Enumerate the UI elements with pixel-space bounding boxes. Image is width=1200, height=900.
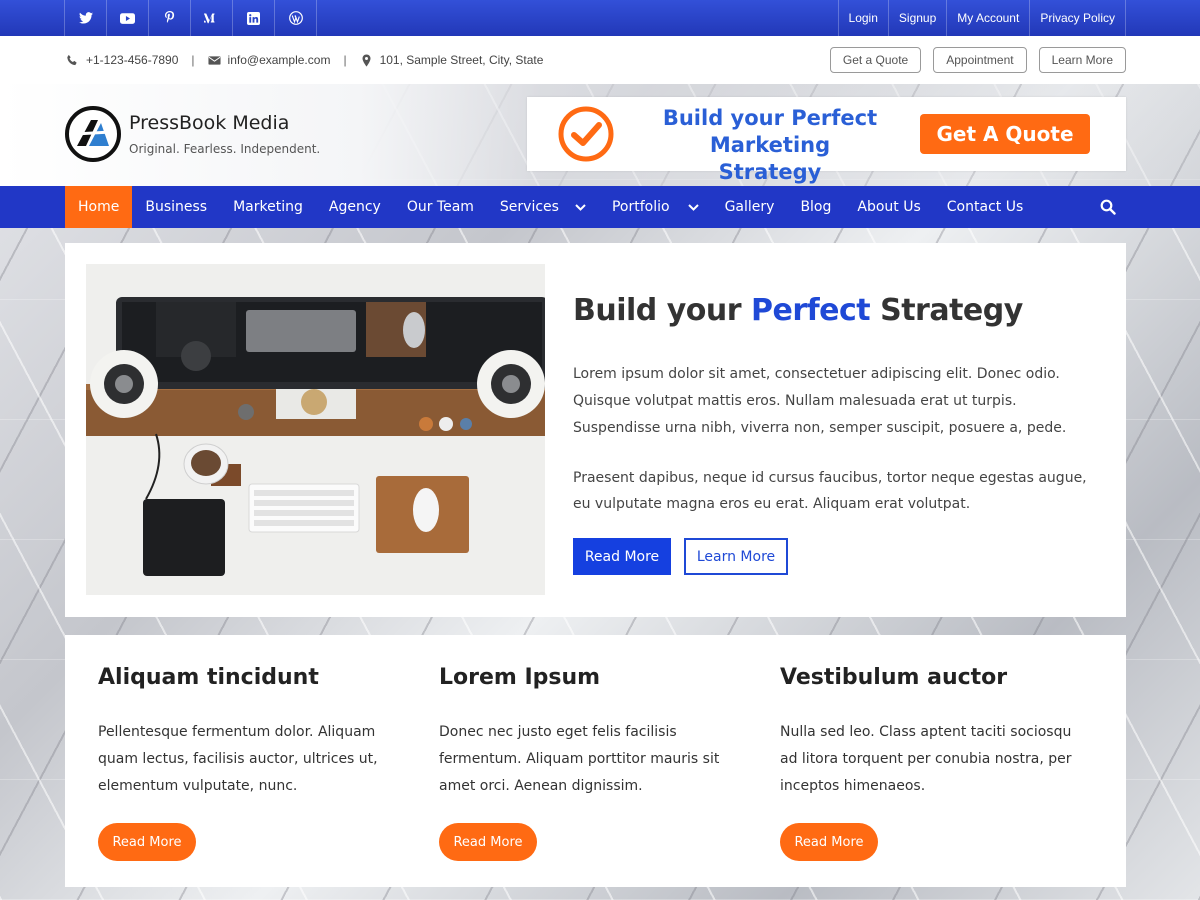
contact-bar: +1-123-456-7890 | info@example.com | 101… — [0, 36, 1200, 84]
banner-headline: Build your Perfect Marketing Strategy — [655, 105, 885, 186]
phone-info: +1-123-456-7890 — [66, 53, 178, 67]
site-tagline: Original. Fearless. Independent. — [129, 142, 321, 156]
hero-title-highlight: Perfect — [750, 293, 871, 328]
site-header: PressBook Media Original. Fearless. Inde… — [0, 84, 1200, 186]
nav-item-our-team[interactable]: Our Team — [394, 186, 487, 228]
feature-read-more-button[interactable]: Read More — [439, 823, 537, 861]
linkedin-icon[interactable] — [233, 0, 275, 36]
nav-item-agency[interactable]: Agency — [316, 186, 394, 228]
wordpress-icon[interactable] — [275, 0, 317, 36]
nav-item-home[interactable]: Home — [65, 186, 133, 228]
learn-more-button[interactable]: Learn More — [684, 538, 788, 575]
separator: | — [343, 53, 347, 67]
nav-item-about-us[interactable]: About Us — [844, 186, 933, 228]
feature-title: Vestibulum auctor — [780, 665, 1008, 690]
my-account-link[interactable]: My Account — [947, 0, 1031, 36]
email-info: info@example.com — [208, 53, 331, 67]
feature-title: Aliquam tincidunt — [98, 665, 319, 690]
social-links — [64, 0, 317, 36]
nav-item-marketing[interactable]: Marketing — [220, 186, 316, 228]
logo-icon[interactable] — [65, 106, 121, 162]
nav-item-label: Portfolio — [611, 199, 670, 215]
login-link[interactable]: Login — [839, 0, 889, 36]
header-banner-ad[interactable]: Build your Perfect Marketing Strategy Ge… — [527, 97, 1126, 184]
envelope-icon — [208, 55, 221, 65]
nav-item-gallery[interactable]: Gallery — [712, 186, 788, 228]
nav-menu: Home Business Marketing Agency Our Team … — [65, 186, 1036, 228]
hero-title-before: Build your — [573, 293, 751, 328]
hero-heading: Build your Perfect Strategy — [573, 293, 1023, 328]
search-icon[interactable] — [1100, 199, 1116, 215]
feature-read-more-button[interactable]: Read More — [98, 823, 196, 861]
hero-image-desk — [86, 264, 545, 595]
banner-line-1: Build your Perfect — [662, 106, 878, 130]
phone-number[interactable]: +1-123-456-7890 — [86, 53, 178, 67]
read-more-button[interactable]: Read More — [573, 538, 671, 575]
appointment-button[interactable]: Appointment — [933, 47, 1027, 73]
separator: | — [191, 53, 195, 67]
nav-item-label: Services — [499, 199, 559, 215]
email-address[interactable]: info@example.com — [228, 53, 331, 67]
nav-item-contact-us[interactable]: Contact Us — [934, 186, 1036, 228]
nav-item-business[interactable]: Business — [132, 186, 220, 228]
features-section: Aliquam tincidunt Pellentesque fermentum… — [65, 635, 1126, 887]
chevron-down-icon[interactable] — [575, 203, 586, 211]
top-bar: Login Signup My Account Privacy Policy — [0, 0, 1200, 36]
main-navigation: Home Business Marketing Agency Our Team … — [0, 186, 1200, 228]
medium-icon[interactable] — [191, 0, 233, 36]
hero-section: Build your Perfect Strategy Lorem ipsum … — [65, 243, 1126, 617]
hero-title-after: Strategy — [870, 293, 1023, 328]
address-text: 101, Sample Street, City, State — [379, 53, 544, 67]
feature-read-more-button[interactable]: Read More — [780, 823, 878, 861]
nav-item-blog[interactable]: Blog — [787, 186, 844, 228]
banner-get-quote-button[interactable]: Get A Quote — [920, 114, 1090, 154]
banner-line-2: Marketing Strategy — [709, 133, 831, 184]
feature-text: Pellentesque fermentum dolor. Aliquam qu… — [98, 724, 378, 794]
feature-text: Nulla sed leo. Class aptent taciti socio… — [780, 724, 1072, 794]
hero-paragraph-2: Praesent dapibus, neque id cursus faucib… — [573, 470, 1087, 512]
signup-link[interactable]: Signup — [889, 0, 948, 36]
address-info: 101, Sample Street, City, State — [360, 53, 544, 67]
pinterest-icon[interactable] — [149, 0, 191, 36]
location-pin-icon — [362, 53, 371, 67]
nav-item-portfolio[interactable]: Portfolio — [599, 186, 712, 228]
nav-item-services[interactable]: Services — [487, 186, 599, 228]
learn-more-button[interactable]: Learn More — [1038, 47, 1126, 73]
hero-paragraph-1: Lorem ipsum dolor sit amet, consectetuer… — [573, 366, 1067, 436]
contact-info: +1-123-456-7890 | info@example.com | 101… — [66, 36, 543, 84]
top-links: Login Signup My Account Privacy Policy — [837, 0, 1126, 36]
chevron-down-icon[interactable] — [687, 203, 699, 211]
phone-icon — [67, 54, 77, 65]
get-a-quote-button[interactable]: Get a Quote — [829, 47, 922, 73]
youtube-icon[interactable] — [107, 0, 149, 36]
contact-buttons: Get a Quote Appointment Learn More — [829, 47, 1126, 73]
feature-title: Lorem Ipsum — [439, 665, 601, 690]
checkmark-circle-icon — [558, 106, 614, 162]
twitter-icon[interactable] — [65, 0, 107, 36]
site-title[interactable]: PressBook Media — [129, 112, 289, 134]
feature-text: Donec nec justo eget felis facilisis fer… — [439, 724, 720, 794]
privacy-policy-link[interactable]: Privacy Policy — [1030, 0, 1126, 36]
